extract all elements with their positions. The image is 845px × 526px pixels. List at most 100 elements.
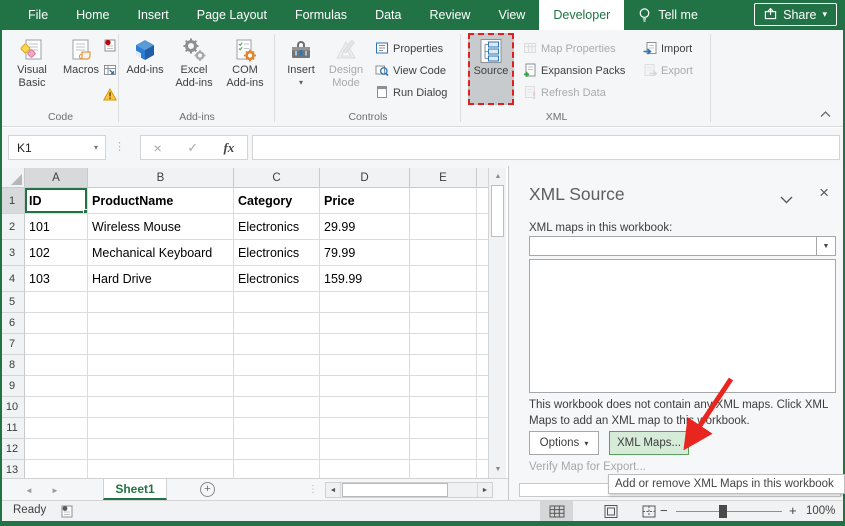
tab-view[interactable]: View xyxy=(484,0,539,30)
zoom-slider-track[interactable] xyxy=(676,511,782,512)
cell-E9[interactable] xyxy=(410,376,477,397)
scroll-right-icon[interactable]: ► xyxy=(477,483,492,497)
cell-F9[interactable] xyxy=(477,376,488,397)
cell-F5[interactable] xyxy=(477,292,488,313)
scroll-down-icon[interactable]: ▼ xyxy=(490,462,506,477)
zoom-slider-thumb[interactable] xyxy=(719,505,727,518)
cell-B11[interactable] xyxy=(88,418,234,439)
run-dialog-button[interactable]: Run Dialog xyxy=(375,83,447,103)
cell-C11[interactable] xyxy=(234,418,320,439)
cell-B9[interactable] xyxy=(88,376,234,397)
cell-D9[interactable] xyxy=(320,376,410,397)
name-box[interactable]: K1 ▾ xyxy=(8,135,106,160)
row-header-7[interactable]: 7 xyxy=(0,334,25,355)
cell-C1[interactable]: Category xyxy=(234,188,320,214)
cell-D7[interactable] xyxy=(320,334,410,355)
properties-button[interactable]: Properties xyxy=(375,39,443,59)
select-all-button[interactable] xyxy=(0,168,25,188)
cell-D8[interactable] xyxy=(320,355,410,376)
cell-C9[interactable] xyxy=(234,376,320,397)
row-header-4[interactable]: 4 xyxy=(0,266,25,292)
view-code-button[interactable]: View Code xyxy=(375,61,446,81)
row-header-2[interactable]: 2 xyxy=(0,214,25,240)
options-button[interactable]: Options ▾ xyxy=(529,431,599,455)
cell-C4[interactable]: Electronics xyxy=(234,266,320,292)
cell-A3[interactable]: 102 xyxy=(25,240,88,266)
cell-E2[interactable] xyxy=(410,214,477,240)
cell-D4[interactable]: 159.99 xyxy=(320,266,410,292)
cell-A4[interactable]: 103 xyxy=(25,266,88,292)
cell-B8[interactable] xyxy=(88,355,234,376)
tab-page-layout[interactable]: Page Layout xyxy=(183,0,281,30)
cell-A11[interactable] xyxy=(25,418,88,439)
cell-B10[interactable] xyxy=(88,397,234,418)
xml-source-button[interactable]: Source xyxy=(468,33,514,105)
use-relative-references-icon[interactable] xyxy=(103,63,117,82)
com-add-ins-button[interactable]: COM Add-ins xyxy=(221,33,269,103)
cell-C6[interactable] xyxy=(234,313,320,334)
cell-C2[interactable]: Electronics xyxy=(234,214,320,240)
vertical-scrollbar-thumb[interactable] xyxy=(491,185,504,237)
cell-A9[interactable] xyxy=(25,376,88,397)
pane-close-icon[interactable]: × xyxy=(819,184,829,201)
cell-A1[interactable]: ID xyxy=(25,188,88,214)
scroll-left-icon[interactable]: ◄ xyxy=(326,483,341,497)
tab-home[interactable]: Home xyxy=(62,0,123,30)
cell-B3[interactable]: Mechanical Keyboard xyxy=(88,240,234,266)
cell-B13[interactable] xyxy=(88,460,234,478)
cell-C5[interactable] xyxy=(234,292,320,313)
collapse-ribbon-button[interactable] xyxy=(817,108,833,120)
dropdown-arrow-icon[interactable]: ▼ xyxy=(816,237,835,255)
cell-C12[interactable] xyxy=(234,439,320,460)
tab-file[interactable]: File xyxy=(14,0,62,30)
cell-B12[interactable] xyxy=(88,439,234,460)
tab-review[interactable]: Review xyxy=(415,0,484,30)
cell-F13[interactable] xyxy=(477,460,488,478)
cell-E5[interactable] xyxy=(410,292,477,313)
visual-basic-button[interactable]: Visual Basic xyxy=(6,33,58,103)
next-sheet-icon[interactable]: ► xyxy=(44,479,66,501)
horizontal-scrollbar[interactable]: ◄ ► xyxy=(325,482,493,498)
row-header-5[interactable]: 5 xyxy=(0,292,25,313)
cell-B2[interactable]: Wireless Mouse xyxy=(88,214,234,240)
macro-security-icon[interactable] xyxy=(102,87,118,106)
import-button[interactable]: Import xyxy=(643,39,692,59)
cell-A2[interactable]: 101 xyxy=(25,214,88,240)
cell-B5[interactable] xyxy=(88,292,234,313)
tab-bar-grip[interactable]: ⋮ xyxy=(308,484,318,495)
fill-handle[interactable] xyxy=(83,209,87,213)
row-header-6[interactable]: 6 xyxy=(0,313,25,334)
cell-E4[interactable] xyxy=(410,266,477,292)
xml-maps-listbox[interactable] xyxy=(529,259,836,393)
cell-E10[interactable] xyxy=(410,397,477,418)
row-header-1[interactable]: 1 xyxy=(0,188,25,214)
cell-D11[interactable] xyxy=(320,418,410,439)
cell-D2[interactable]: 29.99 xyxy=(320,214,410,240)
cell-C8[interactable] xyxy=(234,355,320,376)
cell-D13[interactable] xyxy=(320,460,410,478)
column-header-a[interactable]: A xyxy=(25,168,88,188)
cell-A6[interactable] xyxy=(25,313,88,334)
cell-E13[interactable] xyxy=(410,460,477,478)
cell-B7[interactable] xyxy=(88,334,234,355)
cell-F1[interactable] xyxy=(477,188,488,214)
normal-view-button[interactable] xyxy=(540,501,573,521)
vertical-scrollbar[interactable]: ▲ ▼ xyxy=(488,168,506,478)
zoom-in-icon[interactable]: + xyxy=(789,503,797,518)
expansion-packs-button[interactable]: Expansion Packs xyxy=(523,61,625,81)
cell-A5[interactable] xyxy=(25,292,88,313)
cell-C13[interactable] xyxy=(234,460,320,478)
cell-D5[interactable] xyxy=(320,292,410,313)
cell-E3[interactable] xyxy=(410,240,477,266)
cell-C7[interactable] xyxy=(234,334,320,355)
pane-chevron-down-icon[interactable] xyxy=(780,191,793,209)
cell-F7[interactable] xyxy=(477,334,488,355)
enter-icon[interactable]: ✓ xyxy=(187,140,198,156)
cell-F10[interactable] xyxy=(477,397,488,418)
scroll-up-icon[interactable]: ▲ xyxy=(490,169,506,184)
horizontal-scrollbar-thumb[interactable] xyxy=(342,483,448,497)
cell-B1[interactable]: ProductName xyxy=(88,188,234,214)
cell-A7[interactable] xyxy=(25,334,88,355)
tab-tell-me[interactable]: Tell me xyxy=(624,0,712,30)
column-header-partial[interactable] xyxy=(477,168,488,188)
